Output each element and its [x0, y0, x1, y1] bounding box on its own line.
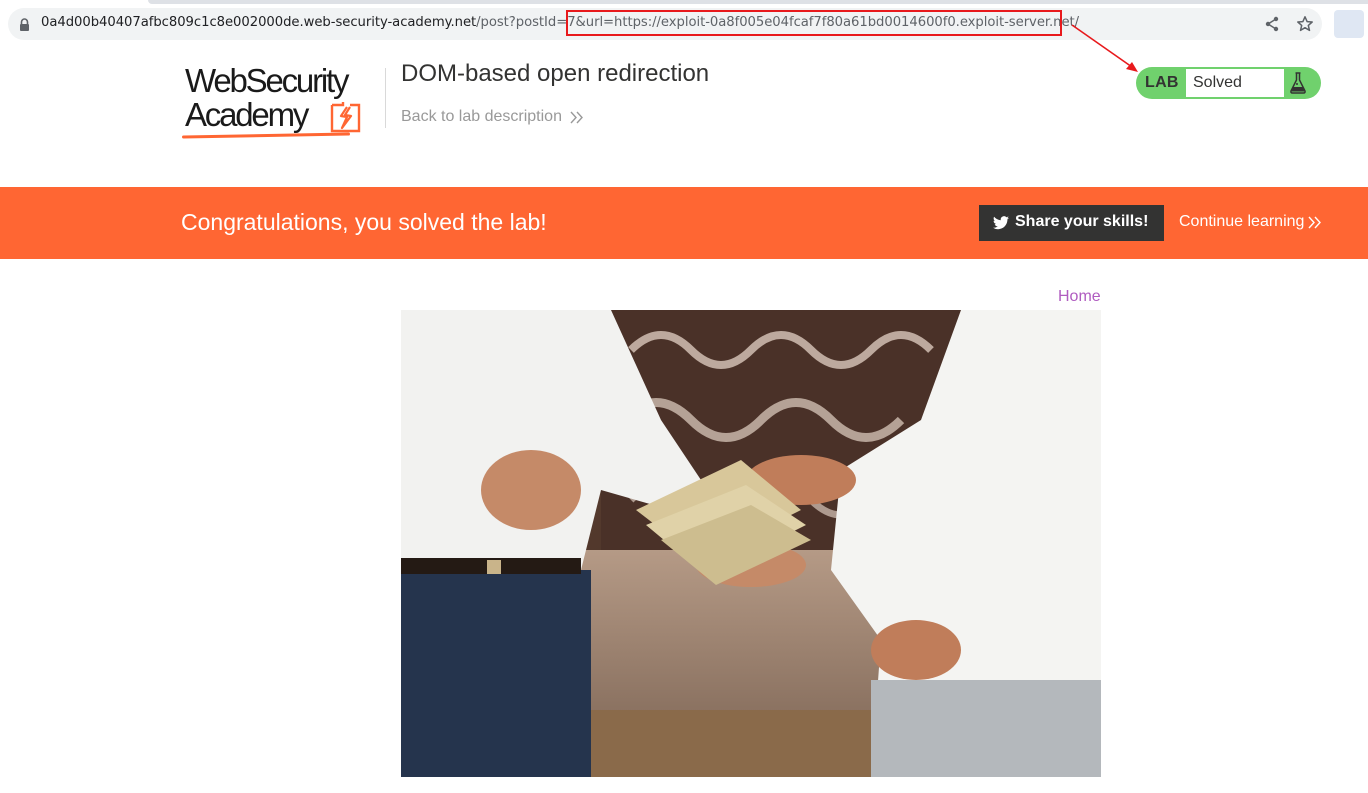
star-icon[interactable]	[1296, 15, 1314, 33]
continue-learning-link[interactable]: Continue learning	[1179, 213, 1304, 231]
share-icon[interactable]	[1264, 16, 1280, 32]
url-highlight-annotation	[566, 10, 1062, 36]
header-divider	[385, 68, 386, 128]
web-security-academy-logo[interactable]: WebSecurity Academy	[181, 62, 387, 139]
extension-button[interactable]	[1334, 10, 1364, 38]
twitter-icon	[993, 216, 1009, 230]
logo-line2: Academy	[185, 96, 309, 133]
share-skills-label[interactable]: Share your skills!	[1015, 213, 1148, 231]
url-path: /post?postId=7	[476, 15, 576, 30]
lab-badge-label: LAB	[1145, 74, 1179, 91]
tab-strip	[148, 0, 1368, 4]
logo-mark-icon	[330, 102, 361, 133]
url-host: 0a4d00b40407afbc809c1c8e002000de.web-sec…	[41, 15, 477, 30]
lock-icon[interactable]	[19, 18, 30, 31]
home-link[interactable]: Home	[1058, 288, 1101, 306]
flask-icon	[1290, 72, 1306, 94]
annotation-arrow	[1071, 24, 1138, 72]
logo-line1: WebSecurity	[185, 62, 349, 99]
double-chevron-icon	[1308, 216, 1321, 229]
double-chevron-icon	[570, 111, 583, 124]
lab-status-text: Solved	[1193, 74, 1242, 91]
lab-title: DOM-based open redirection	[401, 60, 710, 87]
congratulations-message: Congratulations, you solved the lab!	[181, 209, 547, 235]
back-to-lab-description-link[interactable]: Back to lab description	[401, 108, 562, 126]
logo-underline	[181, 132, 351, 139]
money-handover-photo	[401, 310, 1101, 777]
blog-post-image	[401, 310, 1101, 777]
